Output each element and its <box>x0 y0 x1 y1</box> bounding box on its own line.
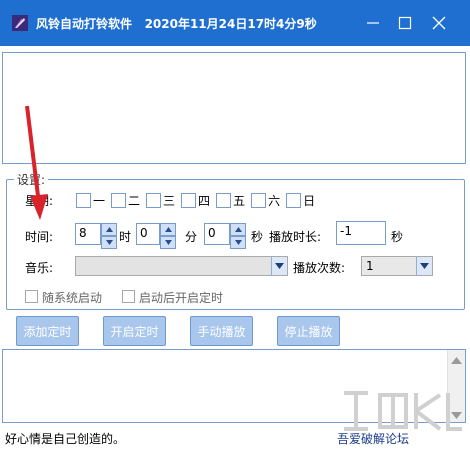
second-unit: 秒 <box>251 230 264 244</box>
minimize-button[interactable] <box>360 10 386 36</box>
stop-play-button[interactable]: 停止播放 <box>277 316 340 346</box>
weekday-checkbox-thu[interactable] <box>181 193 197 208</box>
minute-up-button[interactable] <box>160 223 176 236</box>
weekday-checkbox-mon[interactable] <box>76 193 91 208</box>
spin-down-icon <box>105 240 113 245</box>
weekday-checkbox-fri[interactable] <box>216 193 232 208</box>
play-count-select[interactable]: 1 <box>361 256 433 276</box>
start-timer-button[interactable]: 开启定时 <box>103 316 166 346</box>
status-motto: 好心情是自己创造的。 <box>5 432 126 446</box>
manual-play-button[interactable]: 手动播放 <box>190 316 253 346</box>
hour-unit: 时 <box>119 230 132 244</box>
minute-unit: 分 <box>185 230 198 244</box>
autostart-label: 随系统启动 <box>42 291 103 305</box>
maximize-icon <box>398 16 412 30</box>
play-count-dropdown-button[interactable] <box>416 257 432 275</box>
weekday-checkbox-sat[interactable] <box>251 193 267 208</box>
scroll-up-icon <box>451 357 462 364</box>
start-timer-on-launch-checkbox[interactable] <box>122 290 135 303</box>
minute-input[interactable]: 0 <box>136 223 160 245</box>
window-title: 风铃自动打铃软件 2020年11月24日17时4分9秒 <box>36 15 317 32</box>
add-timer-button[interactable]: 添加定时 <box>16 316 79 346</box>
close-icon <box>432 16 446 30</box>
music-dropdown-button[interactable] <box>271 257 287 275</box>
hour-up-button[interactable] <box>101 223 117 236</box>
weekday-label-fri: 五 <box>233 194 246 208</box>
second-input[interactable]: 0 <box>204 223 230 245</box>
hour-spinner <box>101 223 117 249</box>
second-spinner <box>230 223 246 249</box>
spin-down-icon <box>164 240 172 245</box>
time-label: 时间: <box>25 230 54 244</box>
start-timer-on-launch-label: 启动后开启定时 <box>139 291 224 305</box>
red-arrow-annotation <box>25 105 48 220</box>
schedule-list[interactable] <box>2 52 466 164</box>
spin-up-icon <box>164 227 172 232</box>
spin-down-icon <box>234 240 242 245</box>
play-count-value: 1 <box>366 259 374 273</box>
second-up-button[interactable] <box>230 223 246 236</box>
weekday-checkbox-wed[interactable] <box>146 193 162 208</box>
app-feather-icon <box>12 15 28 31</box>
minimize-icon <box>367 22 379 24</box>
chevron-down-icon <box>420 263 429 269</box>
maximize-button[interactable] <box>392 10 418 36</box>
duration-label: 播放时长: <box>269 230 322 244</box>
spin-up-icon <box>234 227 242 232</box>
weekday-checkbox-tue[interactable] <box>111 193 127 208</box>
weekday-checkbox-sun[interactable] <box>286 193 302 208</box>
weekday-label-mon: 一 <box>93 194 106 208</box>
hour-input[interactable]: 8 <box>75 223 101 245</box>
duration-input[interactable]: -1 <box>336 221 386 245</box>
spin-up-icon <box>105 227 113 232</box>
duration-unit: 秒 <box>391 230 404 244</box>
second-down-button[interactable] <box>230 236 246 249</box>
minute-down-button[interactable] <box>160 236 176 249</box>
title-datetime: 2020年11月24日17时4分9秒 <box>144 17 317 31</box>
autostart-checkbox[interactable] <box>25 290 38 303</box>
weekday-label-tue: 二 <box>128 194 141 208</box>
app-name: 风铃自动打铃软件 <box>36 17 133 31</box>
hour-down-button[interactable] <box>101 236 117 249</box>
music-label: 音乐: <box>25 261 54 275</box>
weekday-label-sun: 日 <box>303 194 316 208</box>
watermark-graphic <box>336 383 466 441</box>
weekday-label-thu: 四 <box>198 194 211 208</box>
close-button[interactable] <box>426 10 452 36</box>
chevron-down-icon <box>275 263 284 269</box>
scroll-up-button[interactable] <box>451 353 462 367</box>
music-select[interactable] <box>75 256 288 276</box>
play-count-label: 播放次数: <box>293 261 346 275</box>
weekday-label-wed: 三 <box>163 194 176 208</box>
minute-spinner <box>160 223 176 249</box>
weekday-label-sat: 六 <box>268 194 281 208</box>
weekday-checkboxes: 一 二 三 四 五 六 日 <box>76 192 321 209</box>
